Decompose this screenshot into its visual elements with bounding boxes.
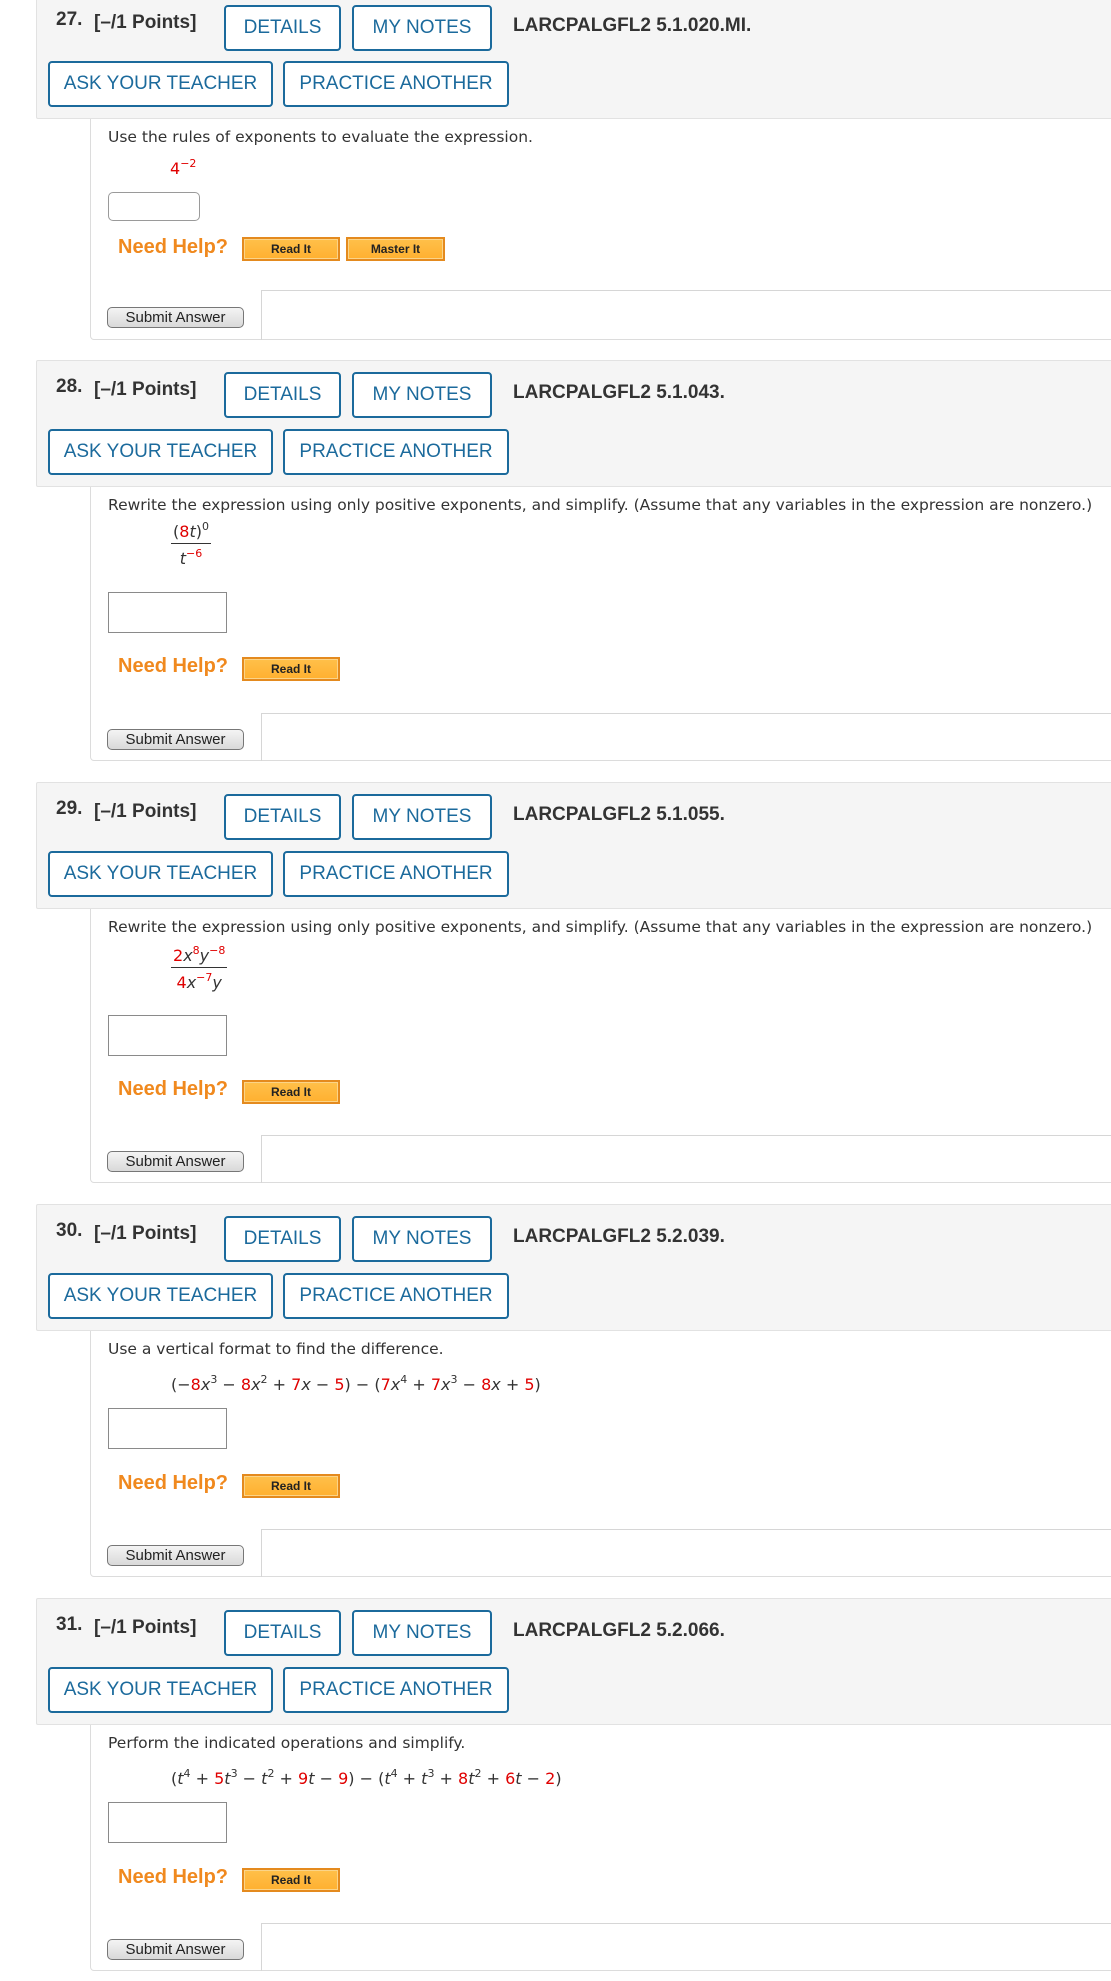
submit-answer-button[interactable]: Submit Answer — [107, 307, 244, 328]
details-button[interactable]: DETAILS — [224, 1216, 341, 1262]
fraction-numerator: 2x8y−8 — [171, 945, 228, 968]
problem-code: LARCPALGFL2 5.2.039. — [513, 1226, 725, 1247]
ask-your-teacher-button[interactable]: ASK YOUR TEACHER — [48, 1667, 273, 1713]
answer-input[interactable] — [108, 1802, 227, 1843]
answer-input[interactable] — [108, 1408, 227, 1449]
problem-header: 30. [–/1 Points] DETAILS MY NOTES LARCPA… — [36, 1204, 1111, 1331]
practice-another-button[interactable]: PRACTICE ANOTHER — [283, 1667, 509, 1713]
divider — [261, 1529, 262, 1577]
points-label: [–/1 Points] — [94, 12, 197, 33]
question-prompt: Use a vertical format to find the differ… — [108, 1340, 444, 1358]
divider — [261, 1135, 1111, 1136]
need-help-label: Need Help? — [118, 1078, 229, 1100]
problem-body: Perform the indicated operations and sim… — [90, 1725, 1111, 1971]
need-help-label: Need Help? — [118, 655, 229, 677]
question-prompt: Rewrite the expression using only positi… — [108, 918, 1093, 936]
divider — [261, 1923, 1111, 1924]
details-button[interactable]: DETAILS — [224, 1610, 341, 1656]
problem-body: Rewrite the expression using only positi… — [90, 909, 1111, 1183]
problem-body: Use a vertical format to find the differ… — [90, 1331, 1111, 1577]
details-button[interactable]: DETAILS — [224, 5, 341, 51]
question-prompt: Perform the indicated operations and sim… — [108, 1734, 466, 1752]
problem-header: 31. [–/1 Points] DETAILS MY NOTES LARCPA… — [36, 1598, 1111, 1725]
problem-code: LARCPALGFL2 5.1.043. — [513, 382, 725, 403]
fraction-denominator: 4x−7y — [176, 971, 222, 992]
question-prompt: Use the rules of exponents to evaluate t… — [108, 128, 533, 146]
divider — [261, 1135, 262, 1183]
need-help-label: Need Help? — [118, 236, 229, 258]
my-notes-button[interactable]: MY NOTES — [352, 1610, 492, 1656]
fraction-numerator: (8t)0 — [171, 521, 211, 544]
practice-another-button[interactable]: PRACTICE ANOTHER — [283, 851, 509, 897]
need-help-label: Need Help? — [118, 1866, 229, 1888]
points-label: [–/1 Points] — [94, 801, 197, 822]
expression-base: 4 — [170, 159, 181, 178]
problem-body: Use the rules of exponents to evaluate t… — [90, 119, 1111, 340]
need-help-label: Need Help? — [118, 1472, 229, 1494]
expression-fraction: 2x8y−8 4x−7y — [171, 945, 228, 992]
expression: (−8x3 − 8x2 + 7x − 5) − (7x4 + 7x3 − 8x … — [171, 1373, 541, 1394]
answer-input[interactable] — [108, 1015, 227, 1056]
submit-answer-button[interactable]: Submit Answer — [107, 729, 244, 750]
problem-number: 31. — [56, 1614, 83, 1635]
answer-input[interactable] — [108, 592, 227, 633]
problem-code: LARCPALGFL2 5.2.066. — [513, 1620, 725, 1641]
problem-body: Rewrite the expression using only positi… — [90, 487, 1111, 761]
divider — [261, 713, 262, 761]
problem-number: 30. — [56, 1220, 83, 1241]
points-label: [–/1 Points] — [94, 379, 197, 400]
read-it-button[interactable]: Read It — [242, 657, 340, 681]
expression-exponent: −2 — [180, 157, 197, 170]
problem-number: 29. — [56, 798, 83, 819]
read-it-button[interactable]: Read It — [242, 1474, 340, 1498]
problem-header: 27. [–/1 Points] DETAILS MY NOTES LARCPA… — [36, 0, 1111, 119]
my-notes-button[interactable]: MY NOTES — [352, 372, 492, 418]
divider — [261, 290, 262, 340]
ask-your-teacher-button[interactable]: ASK YOUR TEACHER — [48, 61, 273, 107]
problem-header: 28. [–/1 Points] DETAILS MY NOTES LARCPA… — [36, 360, 1111, 487]
read-it-button[interactable]: Read It — [242, 1080, 340, 1104]
ask-your-teacher-button[interactable]: ASK YOUR TEACHER — [48, 429, 273, 475]
points-label: [–/1 Points] — [94, 1223, 197, 1244]
expression-fraction: (8t)0 t−6 — [171, 521, 211, 568]
divider — [261, 1529, 1111, 1530]
problem-header: 29. [–/1 Points] DETAILS MY NOTES LARCPA… — [36, 782, 1111, 909]
practice-another-button[interactable]: PRACTICE ANOTHER — [283, 61, 509, 107]
details-button[interactable]: DETAILS — [224, 794, 341, 840]
ask-your-teacher-button[interactable]: ASK YOUR TEACHER — [48, 1273, 273, 1319]
submit-answer-button[interactable]: Submit Answer — [107, 1151, 244, 1172]
problem-code: LARCPALGFL2 5.1.055. — [513, 804, 725, 825]
problem-number: 28. — [56, 376, 83, 397]
read-it-button[interactable]: Read It — [242, 1868, 340, 1892]
submit-answer-button[interactable]: Submit Answer — [107, 1545, 244, 1566]
practice-another-button[interactable]: PRACTICE ANOTHER — [283, 429, 509, 475]
problem-number: 27. — [56, 9, 83, 30]
master-it-button[interactable]: Master It — [346, 237, 445, 261]
read-it-button[interactable]: Read It — [242, 237, 340, 261]
answer-input[interactable] — [108, 192, 200, 221]
details-button[interactable]: DETAILS — [224, 372, 341, 418]
practice-another-button[interactable]: PRACTICE ANOTHER — [283, 1273, 509, 1319]
points-label: [–/1 Points] — [94, 1617, 197, 1638]
my-notes-button[interactable]: MY NOTES — [352, 794, 492, 840]
problem-code: LARCPALGFL2 5.1.020.MI. — [513, 15, 752, 36]
my-notes-button[interactable]: MY NOTES — [352, 1216, 492, 1262]
expression: 4−2 — [170, 157, 197, 178]
my-notes-button[interactable]: MY NOTES — [352, 5, 492, 51]
expression: (t4 + 5t3 − t2 + 9t − 9) − (t4 + t3 + 8t… — [171, 1767, 562, 1788]
divider — [261, 290, 1111, 291]
divider — [261, 1923, 262, 1971]
question-prompt: Rewrite the expression using only positi… — [108, 496, 1093, 514]
divider — [261, 713, 1111, 714]
ask-your-teacher-button[interactable]: ASK YOUR TEACHER — [48, 851, 273, 897]
submit-answer-button[interactable]: Submit Answer — [107, 1939, 244, 1960]
fraction-denominator: t−6 — [179, 547, 203, 568]
